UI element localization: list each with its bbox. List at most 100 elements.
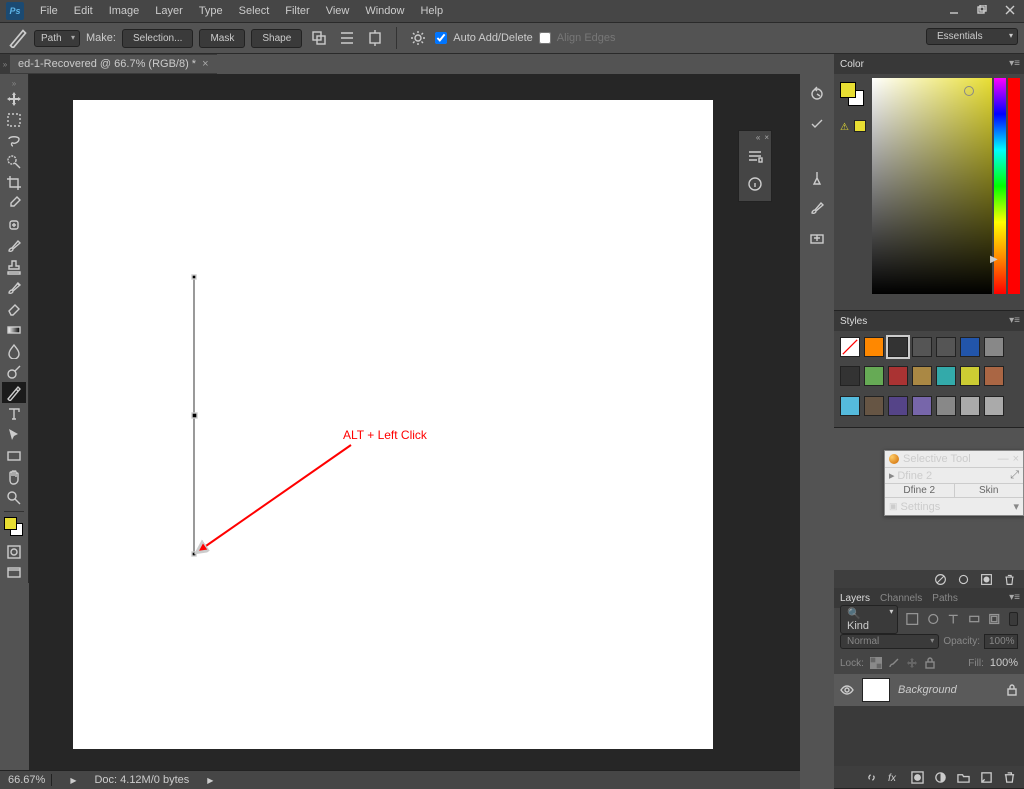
filter-smart-icon[interactable] — [988, 612, 1001, 626]
lock-transparent-icon[interactable] — [870, 657, 882, 669]
window-close[interactable] — [996, 0, 1024, 20]
style-swatch[interactable] — [936, 396, 956, 416]
menu-view[interactable]: View — [318, 2, 358, 20]
tab-expand-icon[interactable]: » — [0, 54, 10, 74]
style-swatch[interactable] — [960, 366, 980, 386]
workspace-dropdown[interactable]: Essentials — [926, 28, 1018, 45]
filter-pixel-icon[interactable] — [906, 612, 919, 626]
document-tab[interactable]: ed-1-Recovered @ 66.7% (RGB/8) * × — [10, 55, 217, 73]
path-select-tool[interactable] — [2, 424, 26, 445]
close-tab-icon[interactable]: × — [202, 58, 208, 70]
selective-min-icon[interactable]: — — [998, 453, 1009, 465]
stamp-tool[interactable] — [2, 256, 26, 277]
visibility-icon[interactable] — [840, 683, 854, 697]
lock-all-icon[interactable] — [924, 657, 936, 669]
layer-thumbnail[interactable] — [862, 678, 890, 702]
rectangle-tool[interactable] — [2, 445, 26, 466]
gear-icon[interactable] — [407, 27, 429, 49]
toolbox-expand-icon[interactable]: » — [0, 78, 28, 88]
style-swatch[interactable] — [864, 396, 884, 416]
selective-tool-panel[interactable]: Selective Tool —× ▸ Dfine 2⤢ Dfine 2 Ski… — [884, 450, 1024, 516]
make-shape-button[interactable]: Shape — [251, 29, 302, 48]
zoom-level[interactable]: 66.67% — [8, 774, 52, 786]
crop-tool[interactable] — [2, 172, 26, 193]
actions-panel-icon[interactable] — [803, 114, 831, 134]
filter-toggle[interactable] — [1009, 612, 1018, 626]
style-swatch[interactable] — [840, 337, 860, 357]
dodge-tool[interactable] — [2, 361, 26, 382]
menu-select[interactable]: Select — [231, 2, 278, 20]
canvas-area[interactable]: ALT + Left Click — [29, 74, 800, 770]
current-color-strip[interactable] — [1008, 78, 1020, 294]
brush-panel-icon[interactable] — [803, 168, 831, 188]
menu-help[interactable]: Help — [412, 2, 451, 20]
style-swatch[interactable] — [936, 337, 956, 357]
character-panel-icon[interactable] — [741, 143, 769, 169]
style-swatch[interactable] — [912, 366, 932, 386]
menu-filter[interactable]: Filter — [277, 2, 317, 20]
make-mask-button[interactable]: Mask — [199, 29, 245, 48]
layer-fx-icon[interactable]: fx — [888, 771, 901, 784]
dock-collapse-icon[interactable]: « — [756, 133, 760, 141]
active-tool-icon[interactable] — [8, 28, 28, 48]
selective-product[interactable]: Dfine 2 — [897, 470, 932, 482]
layer-item[interactable]: Background — [834, 674, 1024, 706]
blend-mode-dropdown[interactable]: Normal — [840, 634, 939, 649]
panel-menu-icon[interactable]: ▾≡ — [1009, 592, 1020, 603]
gamut-warning-icon[interactable]: ⚠ — [840, 122, 849, 133]
quick-select-tool[interactable] — [2, 151, 26, 172]
adjust-icon[interactable] — [957, 573, 970, 586]
color-swatches[interactable] — [2, 517, 26, 541]
screen-mode-icon[interactable] — [2, 562, 26, 583]
style-swatch[interactable] — [864, 366, 884, 386]
menu-edit[interactable]: Edit — [66, 2, 101, 20]
menu-layer[interactable]: Layer — [147, 2, 191, 20]
auto-add-delete-checkbox[interactable] — [435, 32, 447, 44]
filter-shape-icon[interactable] — [968, 612, 981, 626]
fill-value[interactable]: 100% — [990, 657, 1018, 669]
history-brush-tool[interactable] — [2, 277, 26, 298]
marquee-tool[interactable] — [2, 109, 26, 130]
lock-position-icon[interactable] — [906, 657, 918, 669]
style-swatch[interactable] — [912, 396, 932, 416]
path-mode-dropdown[interactable]: Path — [34, 30, 80, 47]
gradient-tool[interactable] — [2, 319, 26, 340]
menu-file[interactable]: File — [32, 2, 66, 20]
dock-close-icon[interactable]: × — [764, 133, 769, 141]
paths-tab[interactable]: Paths — [932, 593, 958, 604]
filter-type-icon[interactable] — [947, 612, 960, 626]
move-tool[interactable] — [2, 88, 26, 109]
style-swatch[interactable] — [888, 366, 908, 386]
path-align-icon[interactable] — [336, 27, 358, 49]
filter-adjust-icon[interactable] — [927, 612, 940, 626]
status-caret-icon[interactable]: ▶ — [207, 776, 213, 785]
lock-pixels-icon[interactable] — [888, 657, 900, 669]
clone-source-icon[interactable] — [803, 228, 831, 248]
blur-tool[interactable] — [2, 340, 26, 361]
no-icon[interactable] — [934, 573, 947, 586]
path-arrange-icon[interactable] — [364, 27, 386, 49]
hand-tool[interactable] — [2, 466, 26, 487]
delete-layer-icon[interactable] — [1003, 771, 1016, 784]
make-selection-button[interactable]: Selection... — [122, 29, 193, 48]
hue-slider-thumb-icon[interactable]: ▶ — [990, 254, 998, 265]
style-swatch[interactable] — [936, 366, 956, 386]
style-swatch[interactable] — [840, 396, 860, 416]
style-swatch[interactable] — [888, 396, 908, 416]
new-layer-icon[interactable] — [980, 771, 993, 784]
panel-menu-icon[interactable]: ▾≡ — [1009, 315, 1020, 326]
healing-tool[interactable] — [2, 214, 26, 235]
menu-type[interactable]: Type — [191, 2, 231, 20]
panel-menu-icon[interactable]: ▾≡ — [1009, 58, 1020, 69]
style-swatch[interactable] — [960, 337, 980, 357]
style-swatch[interactable] — [864, 337, 884, 357]
style-swatch[interactable] — [984, 396, 1004, 416]
zoom-tool[interactable] — [2, 487, 26, 508]
doc-size[interactable]: Doc: 4.12M/0 bytes — [94, 774, 189, 786]
path-op-combine-icon[interactable] — [308, 27, 330, 49]
style-swatch[interactable] — [984, 337, 1004, 357]
lock-icon[interactable] — [1006, 684, 1018, 696]
eraser-tool[interactable] — [2, 298, 26, 319]
strip-expand-icon[interactable] — [800, 66, 834, 74]
opacity-value[interactable]: 100% — [984, 634, 1018, 649]
